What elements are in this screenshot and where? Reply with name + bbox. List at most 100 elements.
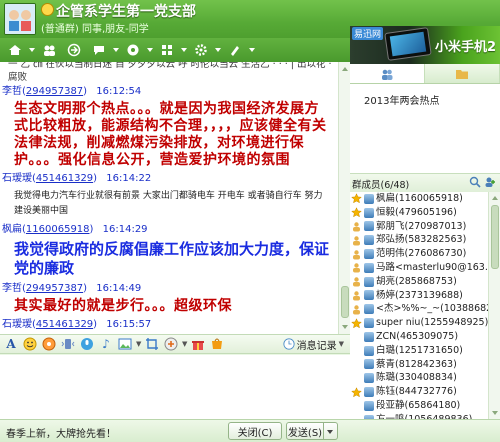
close-button[interactable]: 关闭(C)	[228, 422, 282, 440]
music-note-icon[interactable]: ♪	[98, 336, 114, 352]
member-item[interactable]: 马路<masterlu90@163.com>	[350, 261, 488, 275]
sender-name[interactable]: 石瑷瑷	[2, 173, 32, 184]
member-item[interactable]: 郑弘扬(583282563)	[350, 233, 488, 247]
sender-qq-link[interactable]: 451461329	[36, 173, 93, 184]
avatar	[364, 221, 374, 232]
scroll-up-icon[interactable]	[490, 193, 500, 203]
share-icon[interactable]	[63, 41, 85, 59]
sender-qq-link[interactable]: 1160065918	[26, 224, 90, 235]
member-name: 白璐(1251731650)	[376, 344, 463, 356]
promo-link[interactable]: 春季上新，大牌抢先看！	[6, 425, 116, 440]
screenshot-icon[interactable]	[144, 336, 160, 352]
member-item[interactable]: 杨婷(2373139688)	[350, 289, 488, 303]
member-item[interactable]: <杰>%%~_~(1038868283)	[350, 302, 488, 316]
admin-star-icon	[351, 207, 362, 218]
avatar	[364, 193, 374, 204]
member-item[interactable]: 陈钰(844732776)	[350, 385, 488, 399]
avatar	[364, 249, 374, 260]
shop-icon[interactable]	[209, 336, 225, 352]
magic-emoji-icon[interactable]	[41, 336, 57, 352]
chat-scrollbar[interactable]	[338, 62, 350, 334]
paint-icon[interactable]	[224, 41, 246, 59]
sender-qq-link[interactable]: 451461329	[36, 319, 93, 330]
window-subtitle: (普通群) 同事,朋友-同学	[41, 24, 149, 35]
tab-members[interactable]	[350, 64, 425, 83]
member-name: 方一鸣(1056489836)	[376, 413, 472, 419]
member-name: 胡亮(285868753)	[376, 275, 457, 287]
sender-name[interactable]: 李哲	[2, 86, 22, 97]
send-button[interactable]: 发送(S)	[286, 422, 324, 440]
avatar	[364, 373, 374, 384]
image-icon[interactable]	[117, 336, 133, 352]
phone-image	[384, 27, 432, 61]
sender-name[interactable]: 李哲	[2, 283, 22, 294]
member-item[interactable]: 郭朋飞(270987013)	[350, 220, 488, 234]
group-avatar[interactable]	[4, 3, 36, 35]
member-level-icon	[353, 291, 360, 301]
chevron-down-icon[interactable]: ▼	[339, 340, 344, 348]
chevron-down-icon[interactable]	[147, 41, 153, 59]
message-history-button[interactable]: 消息记录 ▼	[283, 337, 344, 352]
avatar	[364, 414, 374, 419]
chat-message: 枫扁(1160065918) 16:14:29 我觉得政府的反腐倡廉工作应该加大…	[2, 222, 338, 278]
search-icon[interactable]	[469, 176, 481, 188]
tab-files[interactable]	[425, 64, 500, 83]
member-level-icon	[353, 222, 360, 232]
add-member-icon[interactable]	[484, 176, 496, 188]
sender-qq-link[interactable]: 294957387	[26, 283, 83, 294]
chevron-down-icon[interactable]	[249, 41, 255, 59]
emoji-icon[interactable]	[22, 336, 38, 352]
chat-message: 李哲(294957387) 16:14:49 其实最好的就是步行。。。超级环保	[2, 281, 338, 315]
sender-name[interactable]: 枫扁	[2, 224, 22, 235]
chevron-down-icon[interactable]: ▼	[182, 340, 187, 348]
ad-banner[interactable]: 易迅网 小米手机2	[350, 26, 500, 64]
member-icon	[351, 331, 362, 342]
member-item[interactable]: 蔡青(812842363)	[350, 358, 488, 372]
music-icon[interactable]	[122, 41, 144, 59]
member-item[interactable]: ZCN(465309075)	[350, 330, 488, 344]
scroll-thumb[interactable]	[491, 205, 499, 269]
member-item[interactable]: 白璐(1251731650)	[350, 344, 488, 358]
member-item[interactable]: 方一鸣(1056489836)	[350, 413, 488, 419]
chat-bubble-icon[interactable]	[88, 41, 110, 59]
sender-name[interactable]: 石瑷瑷	[2, 319, 32, 330]
scroll-thumb[interactable]	[341, 286, 349, 318]
chat-history[interactable]: 一 乙 ㎝ 在伙以当制日迷 自 夕夕夕以云 呼 时伦以当云 生活乙 · · · …	[0, 62, 338, 334]
chevron-down-icon[interactable]	[215, 41, 221, 59]
chevron-down-icon[interactable]	[181, 41, 187, 59]
member-item[interactable]: super niu(1255948925)	[350, 316, 488, 330]
app-icon[interactable]	[156, 41, 178, 59]
chevron-down-icon[interactable]	[113, 41, 119, 59]
voice-icon[interactable]	[79, 336, 95, 352]
clock-icon	[283, 338, 295, 350]
member-item[interactable]: 枫扁(1160065918)	[350, 192, 488, 206]
app-store-icon[interactable]	[163, 336, 179, 352]
members-icon[interactable]	[38, 41, 60, 59]
member-item[interactable]: 胡亮(285868753)	[350, 275, 488, 289]
member-item[interactable]: 恒毅(479605196)	[350, 206, 488, 220]
input-toolbar: A ♪ ▼ ▼ 消息记录 ▼	[0, 334, 350, 354]
member-item[interactable]: 陈璐(330408834)	[350, 371, 488, 385]
message-input[interactable]	[0, 355, 350, 419]
send-options-button[interactable]	[324, 422, 338, 440]
group-home-icon[interactable]	[4, 41, 26, 59]
member-list-scrollbar[interactable]	[488, 192, 500, 419]
chevron-down-icon[interactable]: ▼	[136, 340, 141, 348]
chevron-down-icon[interactable]	[29, 41, 35, 59]
member-item[interactable]: 范明伟(276086730)	[350, 247, 488, 261]
group-status-icon	[41, 3, 54, 16]
scroll-down-icon[interactable]	[490, 408, 500, 418]
message-time: 16:14:49	[96, 283, 142, 294]
shake-icon[interactable]	[60, 336, 76, 352]
scroll-up-icon[interactable]	[340, 64, 350, 74]
message-text: 我觉得电力汽车行业就很有前景 大家出门都骑电车 开电车 或者骑自行车 努力建设美…	[14, 191, 323, 216]
settings-icon[interactable]	[190, 41, 212, 59]
sender-qq-link[interactable]: 294957387	[26, 86, 83, 97]
member-name: 马路<masterlu90@163.com>	[376, 261, 488, 273]
scroll-down-icon[interactable]	[340, 322, 350, 332]
gift-icon[interactable]	[190, 336, 206, 352]
admin-star-icon	[351, 317, 362, 328]
member-item[interactable]: 段亚静(65864180)	[350, 399, 488, 413]
member-list[interactable]: 枫扁(1160065918) 恒毅(479605196) 郭朋飞(270987013…	[350, 192, 488, 419]
font-icon[interactable]: A	[3, 336, 19, 352]
